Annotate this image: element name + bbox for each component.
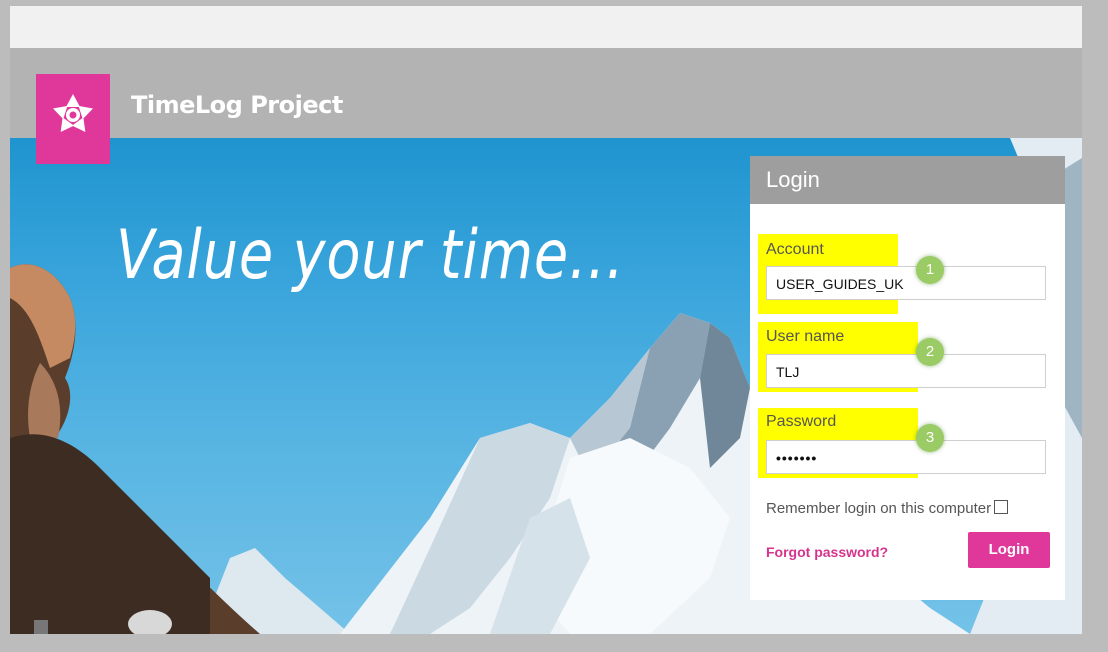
account-input[interactable]: USER_GUIDES_UK — [766, 266, 1046, 300]
password-input[interactable]: ••••••• — [766, 440, 1046, 474]
top-strip — [10, 6, 1082, 48]
username-label: User name — [766, 328, 845, 345]
login-heading: Login — [750, 156, 1065, 204]
password-label: Password — [766, 413, 837, 430]
forgot-password-link[interactable]: Forgot password? — [766, 544, 888, 560]
flower-logo-icon — [53, 94, 93, 132]
browser-frame: TimeLog Project Value your time... Login… — [10, 6, 1082, 634]
login-button[interactable]: Login — [968, 532, 1050, 568]
step-badge-2: 2 — [916, 338, 944, 366]
username-input[interactable]: TLJ — [766, 354, 1046, 388]
account-label: Account — [766, 241, 824, 258]
app-title: TimeLog Project — [131, 91, 343, 119]
remember-login[interactable]: Remember login on this computer — [766, 500, 1009, 517]
step-badge-1: 1 — [916, 256, 944, 284]
login-panel: Login Account USER_GUIDES_UK 1 User name… — [750, 156, 1065, 600]
hero-tagline: Value your time... — [116, 216, 625, 295]
step-badge-3: 3 — [916, 424, 944, 452]
remember-login-checkbox[interactable] — [994, 500, 1009, 514]
timelog-logo[interactable] — [36, 74, 110, 164]
remember-login-label: Remember login on this computer — [766, 500, 992, 517]
